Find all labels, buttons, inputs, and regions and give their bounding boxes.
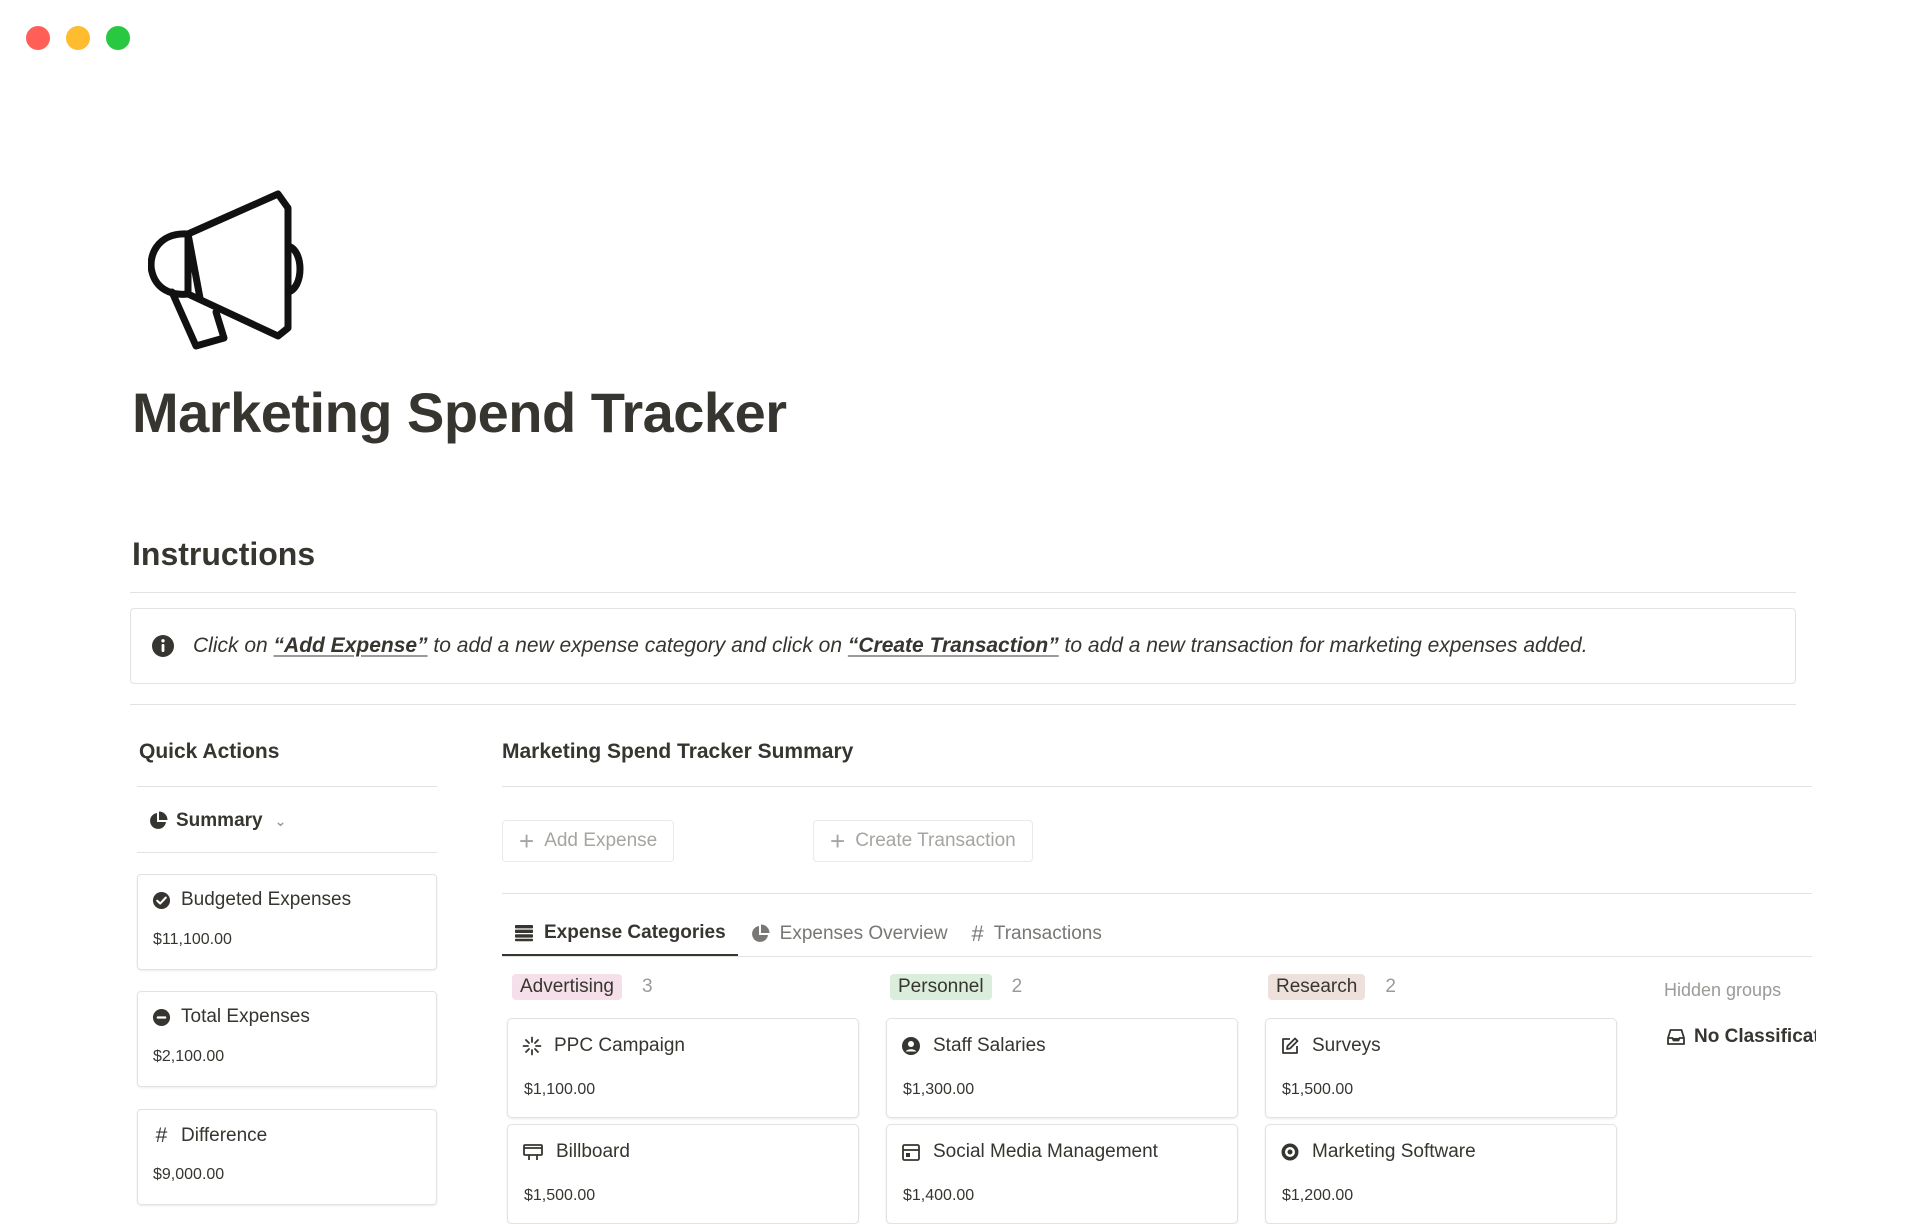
hidden-group-label: No Classification — [1694, 1026, 1816, 1047]
hidden-group-no-classification[interactable]: No Classification — [1666, 1026, 1816, 1048]
create-transaction-link[interactable]: “Create Transaction” — [848, 634, 1059, 657]
billboard-icon — [522, 1142, 544, 1162]
pie-chart-icon — [750, 924, 770, 944]
group-header-research[interactable]: Research 2 — [1268, 974, 1396, 1000]
card-amount: $1,300.00 — [903, 1081, 975, 1098]
callout-text: Click on “Add Expense” to add a new expe… — [193, 634, 1588, 658]
tab-transactions[interactable]: # Transactions — [960, 912, 1114, 956]
callout-text-part: to add a new transaction for marketing e… — [1058, 634, 1588, 657]
card-title: Marketing Software — [1312, 1141, 1476, 1162]
stat-card-budgeted[interactable]: Budgeted Expenses $11,100.00 — [137, 874, 437, 970]
stat-label: Total Expenses — [181, 1006, 310, 1027]
page-title: Marketing Spend Tracker — [132, 381, 787, 444]
add-expense-label: Add Expense — [544, 830, 658, 851]
quick-actions-title: Quick Actions — [139, 740, 280, 763]
target-icon — [1280, 1142, 1300, 1162]
divider — [502, 786, 1812, 787]
tab-expenses-overview[interactable]: Expenses Overview — [738, 912, 960, 956]
stat-value: $11,100.00 — [153, 931, 232, 948]
divider — [502, 956, 1812, 957]
loading-spinner-icon — [522, 1036, 542, 1056]
card-title: Social Media Management — [933, 1141, 1158, 1162]
table-icon — [514, 924, 534, 942]
card-amount: $1,400.00 — [903, 1187, 975, 1204]
plus-icon: + — [830, 826, 846, 856]
inbox-icon — [1666, 1027, 1686, 1047]
edit-icon — [1280, 1036, 1300, 1056]
stat-card-difference[interactable]: # Difference $9,000.00 — [137, 1109, 437, 1205]
card-amount: $1,500.00 — [524, 1187, 596, 1204]
card-amount: $1,500.00 — [1282, 1081, 1354, 1098]
card-ppc-campaign[interactable]: PPC Campaign $1,100.00 — [507, 1018, 859, 1118]
group-count: 2 — [1011, 976, 1023, 997]
add-expense-button[interactable]: + Add Expense — [502, 820, 675, 862]
maximize-window-button[interactable] — [106, 26, 130, 50]
card-amount: $1,100.00 — [524, 1081, 596, 1098]
card-title: Staff Salaries — [933, 1035, 1046, 1056]
divider — [137, 852, 437, 853]
close-window-button[interactable] — [26, 26, 50, 50]
card-marketing-software[interactable]: Marketing Software $1,200.00 — [1265, 1124, 1617, 1224]
summary-title: Marketing Spend Tracker Summary — [502, 740, 854, 763]
pie-chart-icon — [148, 811, 168, 831]
divider — [502, 893, 1812, 894]
stat-label: Budgeted Expenses — [181, 889, 352, 910]
stat-label: Difference — [181, 1125, 268, 1146]
megaphone-icon[interactable] — [148, 188, 304, 352]
plus-icon: + — [519, 826, 535, 856]
hidden-groups-label: Hidden groups — [1664, 980, 1782, 1000]
card-billboard[interactable]: Billboard $1,500.00 — [507, 1124, 859, 1224]
card-amount: $1,200.00 — [1282, 1187, 1354, 1204]
minimize-window-button[interactable] — [66, 26, 90, 50]
tab-label: Transactions — [993, 923, 1102, 944]
create-transaction-label: Create Transaction — [855, 830, 1016, 851]
card-surveys[interactable]: Surveys $1,500.00 — [1265, 1018, 1617, 1118]
callout-text-part: Click on — [193, 634, 274, 657]
check-circle-icon — [152, 891, 171, 910]
tab-expense-categories[interactable]: Expense Categories — [502, 912, 738, 956]
minus-circle-icon — [152, 1008, 171, 1027]
chevron-down-icon: ⌄ — [274, 812, 287, 829]
card-title: Billboard — [556, 1141, 630, 1162]
instructions-heading: Instructions — [132, 536, 316, 572]
divider — [130, 592, 1796, 593]
card-title: PPC Campaign — [554, 1035, 685, 1056]
info-icon — [151, 634, 175, 658]
stat-value: $2,100.00 — [153, 1048, 225, 1065]
add-expense-link[interactable]: “Add Expense” — [274, 634, 428, 657]
create-transaction-button[interactable]: + Create Transaction — [813, 820, 1033, 862]
calendar-icon — [901, 1142, 921, 1162]
group-tag: Advertising — [512, 974, 622, 1000]
callout-text-part: to add a new expense category and click … — [427, 634, 848, 657]
stat-value: $9,000.00 — [153, 1166, 225, 1183]
card-social-media-management[interactable]: Social Media Management $1,400.00 — [886, 1124, 1238, 1224]
summary-toggle-label: Summary — [176, 810, 263, 831]
hash-icon: # — [155, 1124, 168, 1147]
hash-icon: # — [971, 921, 984, 946]
group-header-advertising[interactable]: Advertising 3 — [512, 974, 653, 1000]
user-circle-icon — [901, 1036, 921, 1056]
group-tag: Personnel — [890, 974, 992, 1000]
group-count: 3 — [642, 976, 653, 997]
divider — [130, 704, 1796, 705]
window-controls — [26, 26, 130, 50]
stat-card-total[interactable]: Total Expenses $2,100.00 — [137, 991, 437, 1087]
group-tag: Research — [1268, 974, 1366, 1000]
divider — [137, 786, 437, 787]
group-count: 2 — [1385, 976, 1396, 997]
card-title: Surveys — [1312, 1035, 1381, 1056]
view-tabs: Expense Categories Expenses Overview # T… — [502, 912, 1114, 956]
tab-label: Expense Categories — [544, 922, 726, 943]
instructions-callout: Click on “Add Expense” to add a new expe… — [130, 608, 1796, 684]
tab-label: Expenses Overview — [779, 923, 948, 944]
group-header-personnel[interactable]: Personnel 2 — [890, 974, 1022, 1000]
summary-toggle[interactable]: Summary ⌄ — [148, 810, 286, 832]
card-staff-salaries[interactable]: Staff Salaries $1,300.00 — [886, 1018, 1238, 1118]
